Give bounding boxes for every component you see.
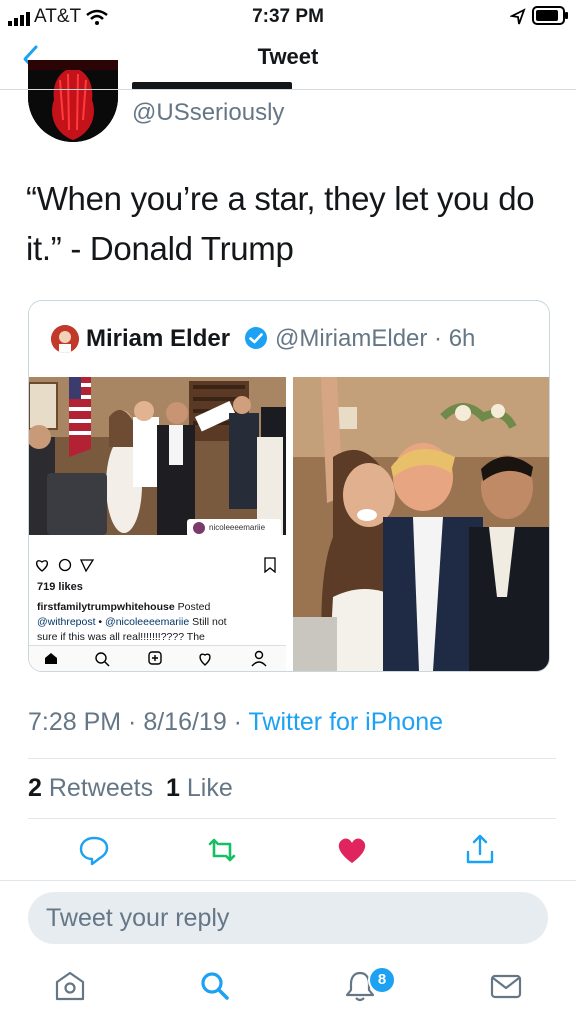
caption-text-3: sure if this was all real!!!!!!!???? The xyxy=(37,631,205,643)
instagram-likes: 719 likes xyxy=(37,581,83,593)
home-icon[interactable] xyxy=(52,968,88,1004)
wedding-closeup-image xyxy=(293,377,549,671)
quote-photo-right[interactable] xyxy=(293,377,549,671)
status-bar: AT&T 7:37 PM xyxy=(0,0,576,36)
caption-text: Posted xyxy=(174,601,211,613)
author-handle[interactable]: @USseriously xyxy=(132,99,284,127)
notifications-badge: 8 xyxy=(368,966,396,994)
likes-count: 1 xyxy=(166,774,180,802)
instagram-caption: firstfamilytrumpwhitehouse Posted @withr… xyxy=(37,600,286,645)
tweet-text: “When you’re a star, they let you do it.… xyxy=(26,180,535,267)
tweet-timestamp: 7:28 PM · 8/16/19 · Twitter for iPhone xyxy=(28,708,443,737)
quote-photo-left[interactable]: nicoleeeemariie 719 likes firstfamilytru… xyxy=(29,377,286,671)
retweet-icon[interactable] xyxy=(204,832,240,868)
caption-text-2: Still not xyxy=(189,616,227,628)
like-heart-icon[interactable] xyxy=(334,832,370,868)
retweets-count: 2 xyxy=(28,774,42,802)
caption-mention-1: @withrepost xyxy=(37,616,96,628)
likes-label: Like xyxy=(186,774,233,802)
share-icon[interactable] xyxy=(462,832,498,868)
retweets-label: Retweets xyxy=(48,774,154,802)
divider xyxy=(28,758,556,759)
instagram-tab-bar xyxy=(29,645,286,671)
quote-author-name: Miriam Elder xyxy=(86,325,231,352)
quote-author-handle: @MiriamElder · 6h xyxy=(275,325,476,352)
timestamp-text: 7:28 PM · 8/16/19 · xyxy=(28,708,249,736)
bookmark-icon xyxy=(264,557,276,573)
caption-separator: • xyxy=(95,616,106,628)
battery-icon xyxy=(532,6,568,25)
reply-input[interactable]: Tweet your reply xyxy=(28,892,548,944)
avatar[interactable] xyxy=(28,60,118,142)
quoted-tweet-card[interactable]: Miriam Elder @MiriamElder · 6h nicoleeee… xyxy=(28,300,550,672)
reply-placeholder: Tweet your reply xyxy=(46,904,230,932)
verified-badge-icon xyxy=(245,327,267,349)
nav-divider xyxy=(0,89,576,90)
instagram-actions-icons xyxy=(36,558,95,573)
quote-avatar xyxy=(51,325,79,353)
search-icon[interactable] xyxy=(196,968,232,1004)
source-link[interactable]: Twitter for iPhone xyxy=(249,708,444,736)
display-name-cropped xyxy=(132,70,302,90)
instagram-tab-icons xyxy=(45,650,267,667)
clock: 7:37 PM xyxy=(252,6,324,27)
messages-envelope-icon[interactable] xyxy=(488,968,524,1004)
reply-icon[interactable] xyxy=(76,832,112,868)
location-arrow-icon xyxy=(510,8,526,25)
caption-mention-2: @nicoleeeemariie xyxy=(105,616,190,628)
divider xyxy=(0,880,576,881)
divider xyxy=(28,818,556,819)
tweet-stats[interactable]: 2 Retweets 1 Like xyxy=(28,774,233,803)
caption-user: firstfamilytrumpwhitehouse xyxy=(37,601,175,613)
instagram-username-tag: nicoleeeemariie xyxy=(209,523,266,532)
